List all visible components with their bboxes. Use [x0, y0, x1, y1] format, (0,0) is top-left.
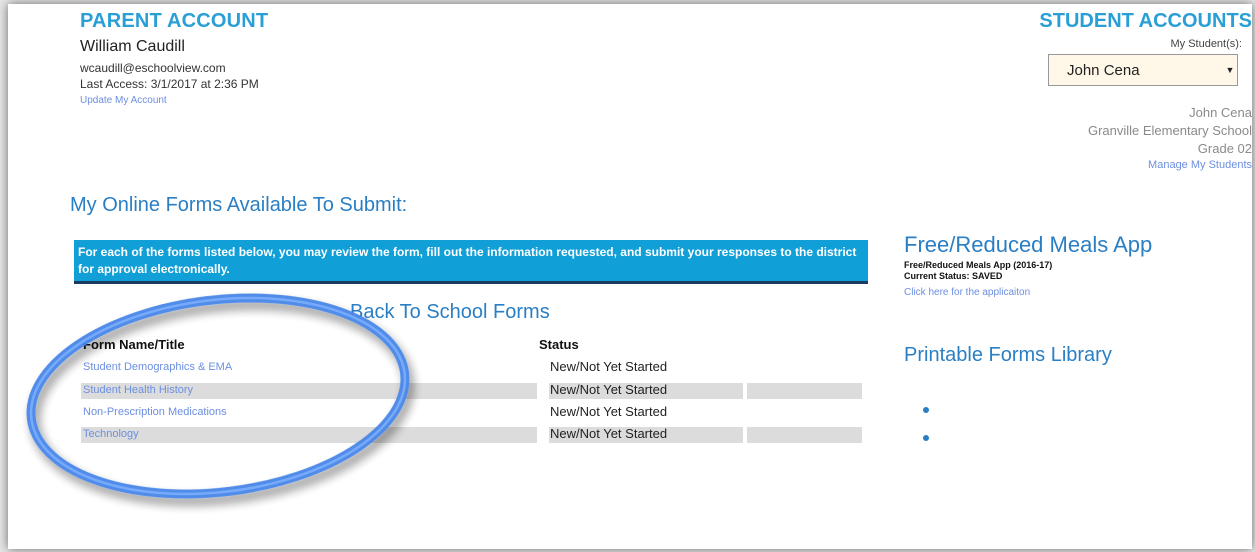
form-link[interactable]: Student Demographics & EMA — [83, 361, 232, 373]
student-grade: Grade 02 — [1197, 141, 1252, 156]
student-name: John Cena — [1189, 105, 1252, 120]
bullet-icon — [923, 407, 929, 413]
form-status: New/Not Yet Started — [550, 426, 668, 441]
student-school: Granville Elementary School — [1087, 123, 1252, 138]
meals-app-name: Free/Reduced Meals App (2016-17) — [904, 260, 1053, 270]
form-link[interactable]: Student Health History — [83, 384, 193, 396]
student-select-label: My Student(s): — [1170, 38, 1242, 50]
form-link[interactable]: Technology — [83, 428, 139, 440]
bullet-icon — [923, 435, 929, 441]
manage-students-link[interactable]: Manage My Students — [1148, 159, 1252, 171]
parent-account-title: PARENT ACCOUNT — [80, 10, 269, 32]
forms-heading: My Online Forms Available To Submit: — [70, 194, 408, 216]
forms-info-bar: For each of the forms listed below, you … — [74, 240, 868, 284]
last-access: Last Access: 3/1/2017 at 2:36 PM — [80, 77, 259, 91]
form-status: New/Not Yet Started — [550, 404, 668, 419]
parent-name: William Caudill — [80, 38, 185, 55]
printable-forms-title: Printable Forms Library — [904, 344, 1112, 366]
update-account-link[interactable]: Update My Account — [80, 95, 167, 106]
row-stripe — [747, 427, 862, 443]
form-status: New/Not Yet Started — [550, 359, 668, 374]
column-header-status: Status — [539, 337, 579, 352]
form-link[interactable]: Non-Prescription Medications — [83, 406, 227, 418]
student-accounts-title: STUDENT ACCOUNTS — [1039, 10, 1252, 32]
student-select-value: John Cena — [1067, 61, 1140, 79]
row-stripe — [81, 427, 537, 443]
meals-app-status: Current Status: SAVED — [904, 271, 1003, 281]
section-title: Back To School Forms — [350, 301, 550, 323]
student-select[interactable]: John Cena ▼ — [1048, 54, 1238, 86]
parent-email: wcaudill@eschoolview.com — [80, 61, 226, 75]
form-status: New/Not Yet Started — [550, 382, 668, 397]
row-stripe — [747, 383, 862, 399]
forms-info-text: For each of the forms listed below, you … — [78, 245, 857, 276]
column-header-name: Form Name/Title — [83, 337, 185, 352]
app-window: PARENT ACCOUNT William Caudill wcaudill@… — [8, 4, 1252, 549]
meals-app-title: Free/Reduced Meals App — [904, 232, 1153, 257]
meals-application-link[interactable]: Click here for the applicaiton — [904, 287, 1030, 298]
dropdown-arrow-icon: ▼ — [1225, 65, 1235, 75]
